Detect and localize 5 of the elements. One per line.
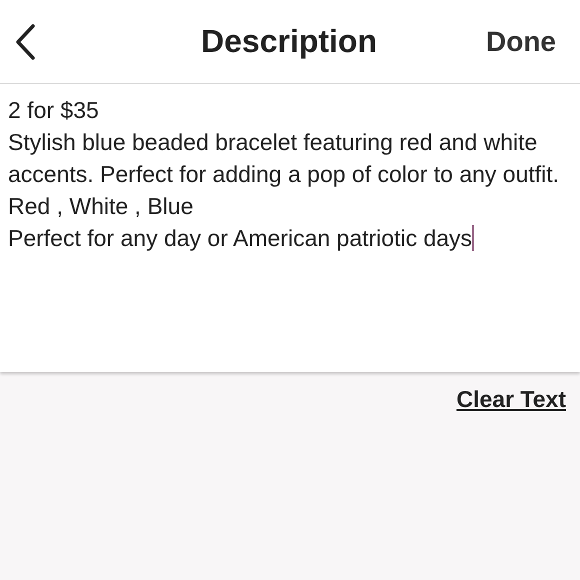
done-button[interactable]: Done — [486, 26, 556, 58]
text-cursor — [472, 225, 474, 251]
page-title: Description — [200, 23, 378, 60]
back-icon[interactable] — [14, 24, 36, 60]
clear-text-button[interactable]: Clear Text — [456, 386, 566, 413]
